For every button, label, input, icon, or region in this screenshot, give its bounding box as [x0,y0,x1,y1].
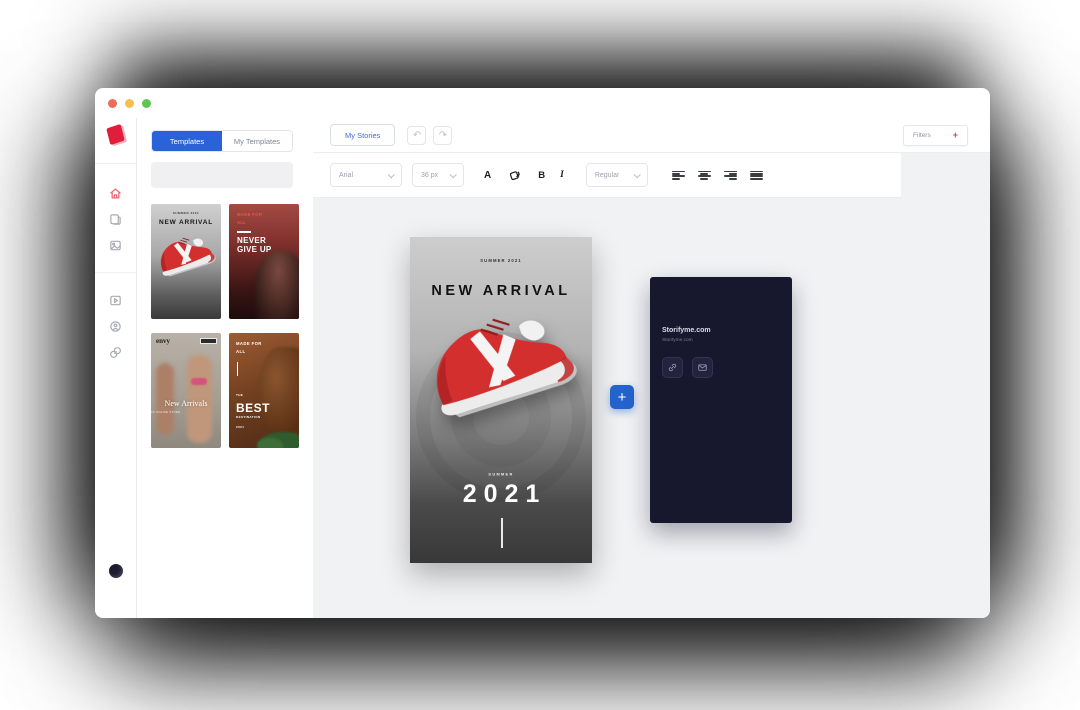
bold-button[interactable]: B [538,170,545,181]
model-photo-detail [191,378,207,385]
thumb-eyebrow: ALL [236,349,246,354]
thumb-eyebrow: ALL [237,220,247,225]
italic-button[interactable]: I [560,170,564,180]
thumb-subtitle: SHOP OUR ONLINE STORE [151,411,181,414]
email-action-button[interactable] [692,357,713,378]
story-divider-line[interactable] [501,518,503,548]
app-window: Templates My Templates SUMMER 2021 NEW A… [95,88,990,618]
close-window-button[interactable] [108,98,117,108]
window-body: Templates My Templates SUMMER 2021 NEW A… [95,118,990,618]
chevron-down-icon [633,170,641,178]
redo-button[interactable]: ↷ [433,125,453,145]
template-grid: SUMMER 2021 NEW ARRIVAL MADE FOR ALL NEV… [151,204,299,448]
brand-logo: envy [156,337,170,345]
home-icon[interactable] [109,186,123,200]
font-weight-select[interactable]: Regular [585,163,648,187]
story-canvas[interactable]: SUMMER 2021 NEW ARRIVAL SUMMER 2021 [410,237,592,563]
filters-button[interactable]: Filters + [903,124,968,146]
format-toolbar: Arial 36 px A B I Regular [313,153,901,198]
chevron-down-icon [449,170,457,178]
end-screen-subtitle[interactable]: Storifyme.com [662,338,693,343]
panel-tabs: Templates My Templates [151,130,293,152]
thumb-eyebrow: SUMMER 2021 [172,212,200,215]
end-screen-actions [662,357,713,378]
video-icon[interactable] [109,293,123,307]
top-toolbar: My Stories ↶ ↷ Filters + [313,118,990,153]
tab-templates[interactable]: Templates [152,131,222,151]
font-size-select[interactable]: 36 px [412,163,464,187]
user-avatar[interactable] [108,564,123,578]
template-thumb-new-arrivals-fashion[interactable]: envy New Arrivals SHOP OUR ONLINE STORE [151,333,221,448]
story-sub-text[interactable]: SUMMER [442,473,560,477]
end-screen-title[interactable]: Storifyme.com [662,327,711,334]
titlebar [95,88,990,118]
align-justify-icon[interactable] [749,170,763,181]
add-page-button[interactable]: + [610,385,634,409]
font-weight-value: Regular [594,171,620,179]
font-family-select[interactable]: Arial [330,163,402,187]
alignment-group [671,170,763,181]
undo-button[interactable]: ↶ [407,125,427,145]
athlete-photo [255,251,299,319]
app-logo[interactable] [106,123,125,146]
chevron-down-icon [387,170,395,178]
thumb-title: GIVE UP [237,244,272,254]
templates-panel: Templates My Templates SUMMER 2021 NEW A… [137,118,313,618]
thumb-title: New Arrivals [164,399,208,408]
underline [237,230,251,233]
end-screen-mockup[interactable]: Storifyme.com Storifyme.com [650,277,792,523]
template-thumb-best-destination[interactable]: MADE FOR ALL THE BEST DESTINATION 2021 [229,333,299,448]
thumb-eyebrow: MADE FOR [237,213,263,218]
align-right-icon[interactable] [723,170,737,181]
align-left-icon[interactable] [671,170,685,181]
text-color-button[interactable]: A [484,170,491,181]
minimize-window-button[interactable] [125,98,134,108]
align-center-icon[interactable] [697,170,711,181]
account-icon[interactable] [109,319,123,333]
thumb-title: NEVER [237,235,267,245]
filters-plus-icon: + [952,130,958,140]
zoom-window-button[interactable] [142,98,151,108]
media-icon[interactable] [109,238,123,252]
shoe-image [151,225,221,282]
thumb-text: THE [236,393,244,397]
pages-icon[interactable] [109,212,123,226]
email-icon [698,364,707,371]
thumb-text: 2021 [236,425,245,429]
fern-photo [257,438,283,448]
story-year-text[interactable]: 2021 [410,480,592,509]
story-eyebrow-text[interactable]: SUMMER 2021 [437,259,564,263]
story-title-text[interactable]: NEW ARRIVAL [410,283,592,299]
font-size-value: 36 px [421,171,439,179]
filters-label: Filters [913,131,931,139]
thumb-text: DESTINATION [236,415,261,419]
thumb-eyebrow: MADE FOR [236,342,262,347]
link-icon [668,363,677,372]
rail-divider [95,272,137,273]
font-family-value: Arial [339,171,354,179]
link-icon[interactable] [109,345,123,359]
template-thumb-never-give-up[interactable]: MADE FOR ALL NEVER GIVE UP [229,204,299,319]
icon-rail [95,118,137,618]
canvas-area: Arial 36 px A B I Regular SUMMER 2021 NE… [313,153,990,618]
template-thumb-new-arrival[interactable]: SUMMER 2021 NEW ARRIVAL [151,204,221,319]
template-search-input[interactable] [151,162,293,188]
editor-main: My Stories ↶ ↷ Filters + Arial 36 px A B… [313,118,990,618]
thumb-title: NEW ARRIVAL [159,219,213,226]
tab-my-templates[interactable]: My Templates [222,131,292,151]
link-action-button[interactable] [662,357,683,378]
brand-badge [200,338,217,344]
fill-color-icon[interactable] [508,169,521,182]
thumb-title: BEST [236,400,271,415]
my-stories-button[interactable]: My Stories [330,124,396,146]
divider-line [237,361,238,376]
rail-divider [95,163,137,164]
